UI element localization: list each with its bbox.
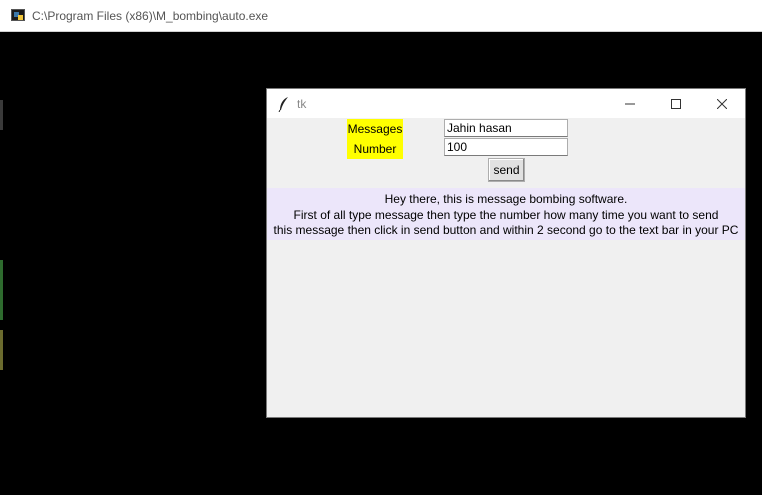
info-line: Hey there, this is message bombing softw…	[384, 192, 628, 206]
close-button[interactable]	[699, 89, 745, 118]
edge-artifact	[0, 260, 3, 320]
send-button[interactable]: send	[488, 158, 525, 182]
edge-artifact	[0, 100, 3, 130]
number-label: Number	[347, 139, 403, 159]
maximize-button[interactable]	[653, 89, 699, 118]
tk-window: tk Messages Jahin hasan Number 100 send …	[266, 88, 746, 418]
minimize-button[interactable]	[607, 89, 653, 118]
info-line: this message then click in send button a…	[273, 223, 739, 237]
edge-artifact	[0, 330, 3, 370]
number-input[interactable]: 100	[444, 138, 568, 156]
tk-window-title: tk	[297, 96, 307, 111]
feather-icon	[278, 96, 288, 112]
minimize-icon	[625, 103, 635, 104]
close-icon	[717, 98, 727, 109]
maximize-icon	[671, 98, 681, 109]
tk-titlebar[interactable]: tk	[267, 89, 745, 118]
info-text: Hey there, this is message bombing softw…	[267, 188, 745, 240]
messages-input[interactable]: Jahin hasan	[444, 119, 568, 137]
python-console-icon	[10, 8, 26, 24]
console-titlebar: C:\Program Files (x86)\M_bombing\auto.ex…	[0, 0, 762, 32]
console-title: C:\Program Files (x86)\M_bombing\auto.ex…	[32, 8, 269, 23]
messages-label: Messages	[347, 119, 403, 139]
info-line: First of all type message then type the …	[293, 207, 719, 222]
